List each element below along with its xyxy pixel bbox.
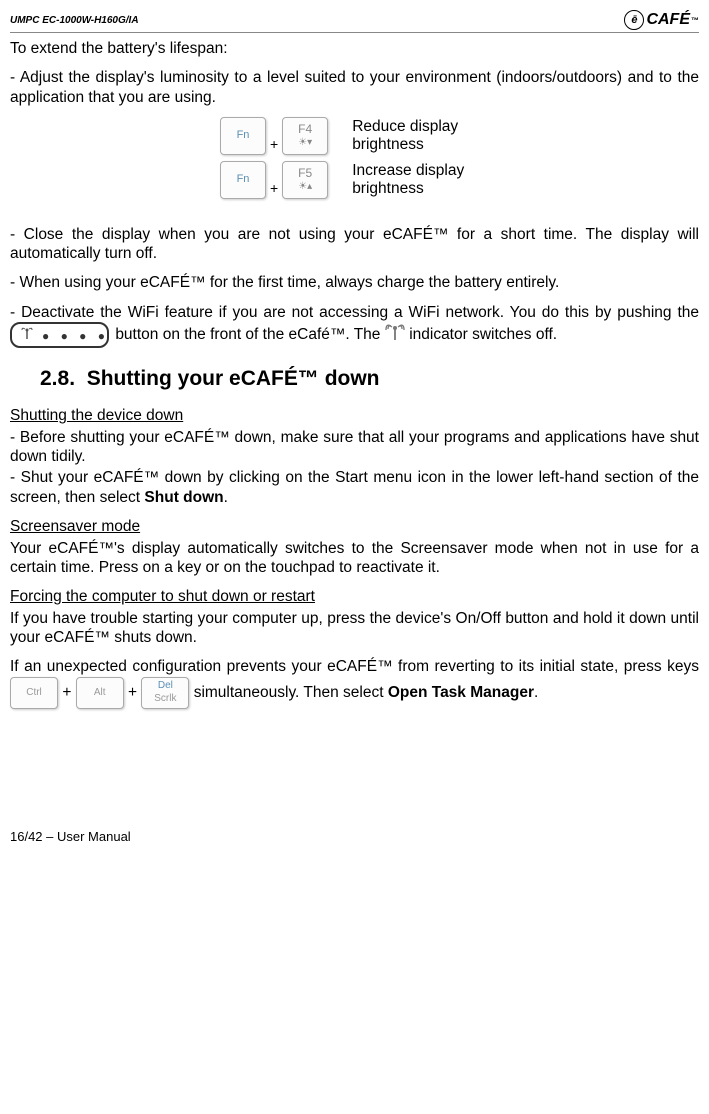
bullet-first-time: - When using your eCAFÉ™ for the first t…: [10, 273, 699, 292]
logo-e-icon: ē: [624, 10, 644, 30]
reduce-brightness-label: Reduce display brightness: [352, 118, 458, 155]
antenna-small-icon: [20, 327, 34, 345]
section-heading: 2.8. Shutting your eCAFÉ™ down: [40, 366, 699, 392]
shutdown-line2: - Shut your eCAFÉ™ down by clicking on t…: [10, 468, 699, 507]
plus-text: +: [62, 684, 71, 701]
brightness-increase-row: Fn + F5 ☀▴ Increase display brightness: [10, 161, 699, 199]
header-bar: UMPC EC-1000W-H160G/IA ē CAFÉ ™: [10, 10, 699, 33]
brand-text: CAFÉ: [646, 11, 690, 29]
del-key-icon: Del Scrlk: [141, 677, 189, 709]
brightness-down-icon: ☀▾: [298, 137, 312, 150]
forcing-heading: Forcing the computer to shut down or res…: [10, 588, 315, 605]
plus-icon: +: [270, 136, 278, 156]
brand-tm: ™: [691, 16, 699, 25]
brand-logo: ē CAFÉ ™: [624, 10, 699, 30]
wifi-hardware-button-icon: ● ● ● ●: [10, 322, 109, 348]
wifi-indicator-icon: [385, 328, 409, 345]
shutdown-heading: Shutting the device down: [10, 407, 183, 424]
forcing-text1: If you have trouble starting your comput…: [10, 609, 699, 648]
brightness-up-icon: ☀▴: [298, 181, 312, 194]
alt-key-icon: Alt: [76, 677, 124, 709]
bullet-deactivate-wifi: - Deactivate the WiFi feature if you are…: [10, 303, 699, 348]
shutdown-line1: - Before shutting your eCAFÉ™ down, make…: [10, 428, 699, 467]
intro-adjust: - Adjust the display's luminosity to a l…: [10, 68, 699, 107]
plus-icon: +: [270, 180, 278, 200]
plus-text: +: [128, 684, 137, 701]
fn-key-icon: Fn: [220, 161, 266, 199]
model-number: UMPC EC-1000W-H160G/IA: [10, 15, 139, 26]
page-footer: 16/42 – User Manual: [10, 829, 699, 845]
screensaver-text: Your eCAFÉ™'s display automatically swit…: [10, 539, 699, 578]
forcing-text2: If an unexpected configuration prevents …: [10, 657, 699, 708]
brightness-reduce-row: Fn + F4 ☀▾ Reduce display brightness: [10, 117, 699, 155]
fn-key-icon: Fn: [220, 117, 266, 155]
f4-key-icon: F4 ☀▾: [282, 117, 328, 155]
ctrl-key-icon: Ctrl: [10, 677, 58, 709]
increase-brightness-label: Increase display brightness: [352, 162, 464, 199]
intro-lifespan: To extend the battery's lifespan:: [10, 39, 699, 58]
screensaver-heading: Screensaver mode: [10, 518, 140, 535]
bullet-close-display: - Close the display when you are not usi…: [10, 225, 699, 264]
f5-key-icon: F5 ☀▴: [282, 161, 328, 199]
